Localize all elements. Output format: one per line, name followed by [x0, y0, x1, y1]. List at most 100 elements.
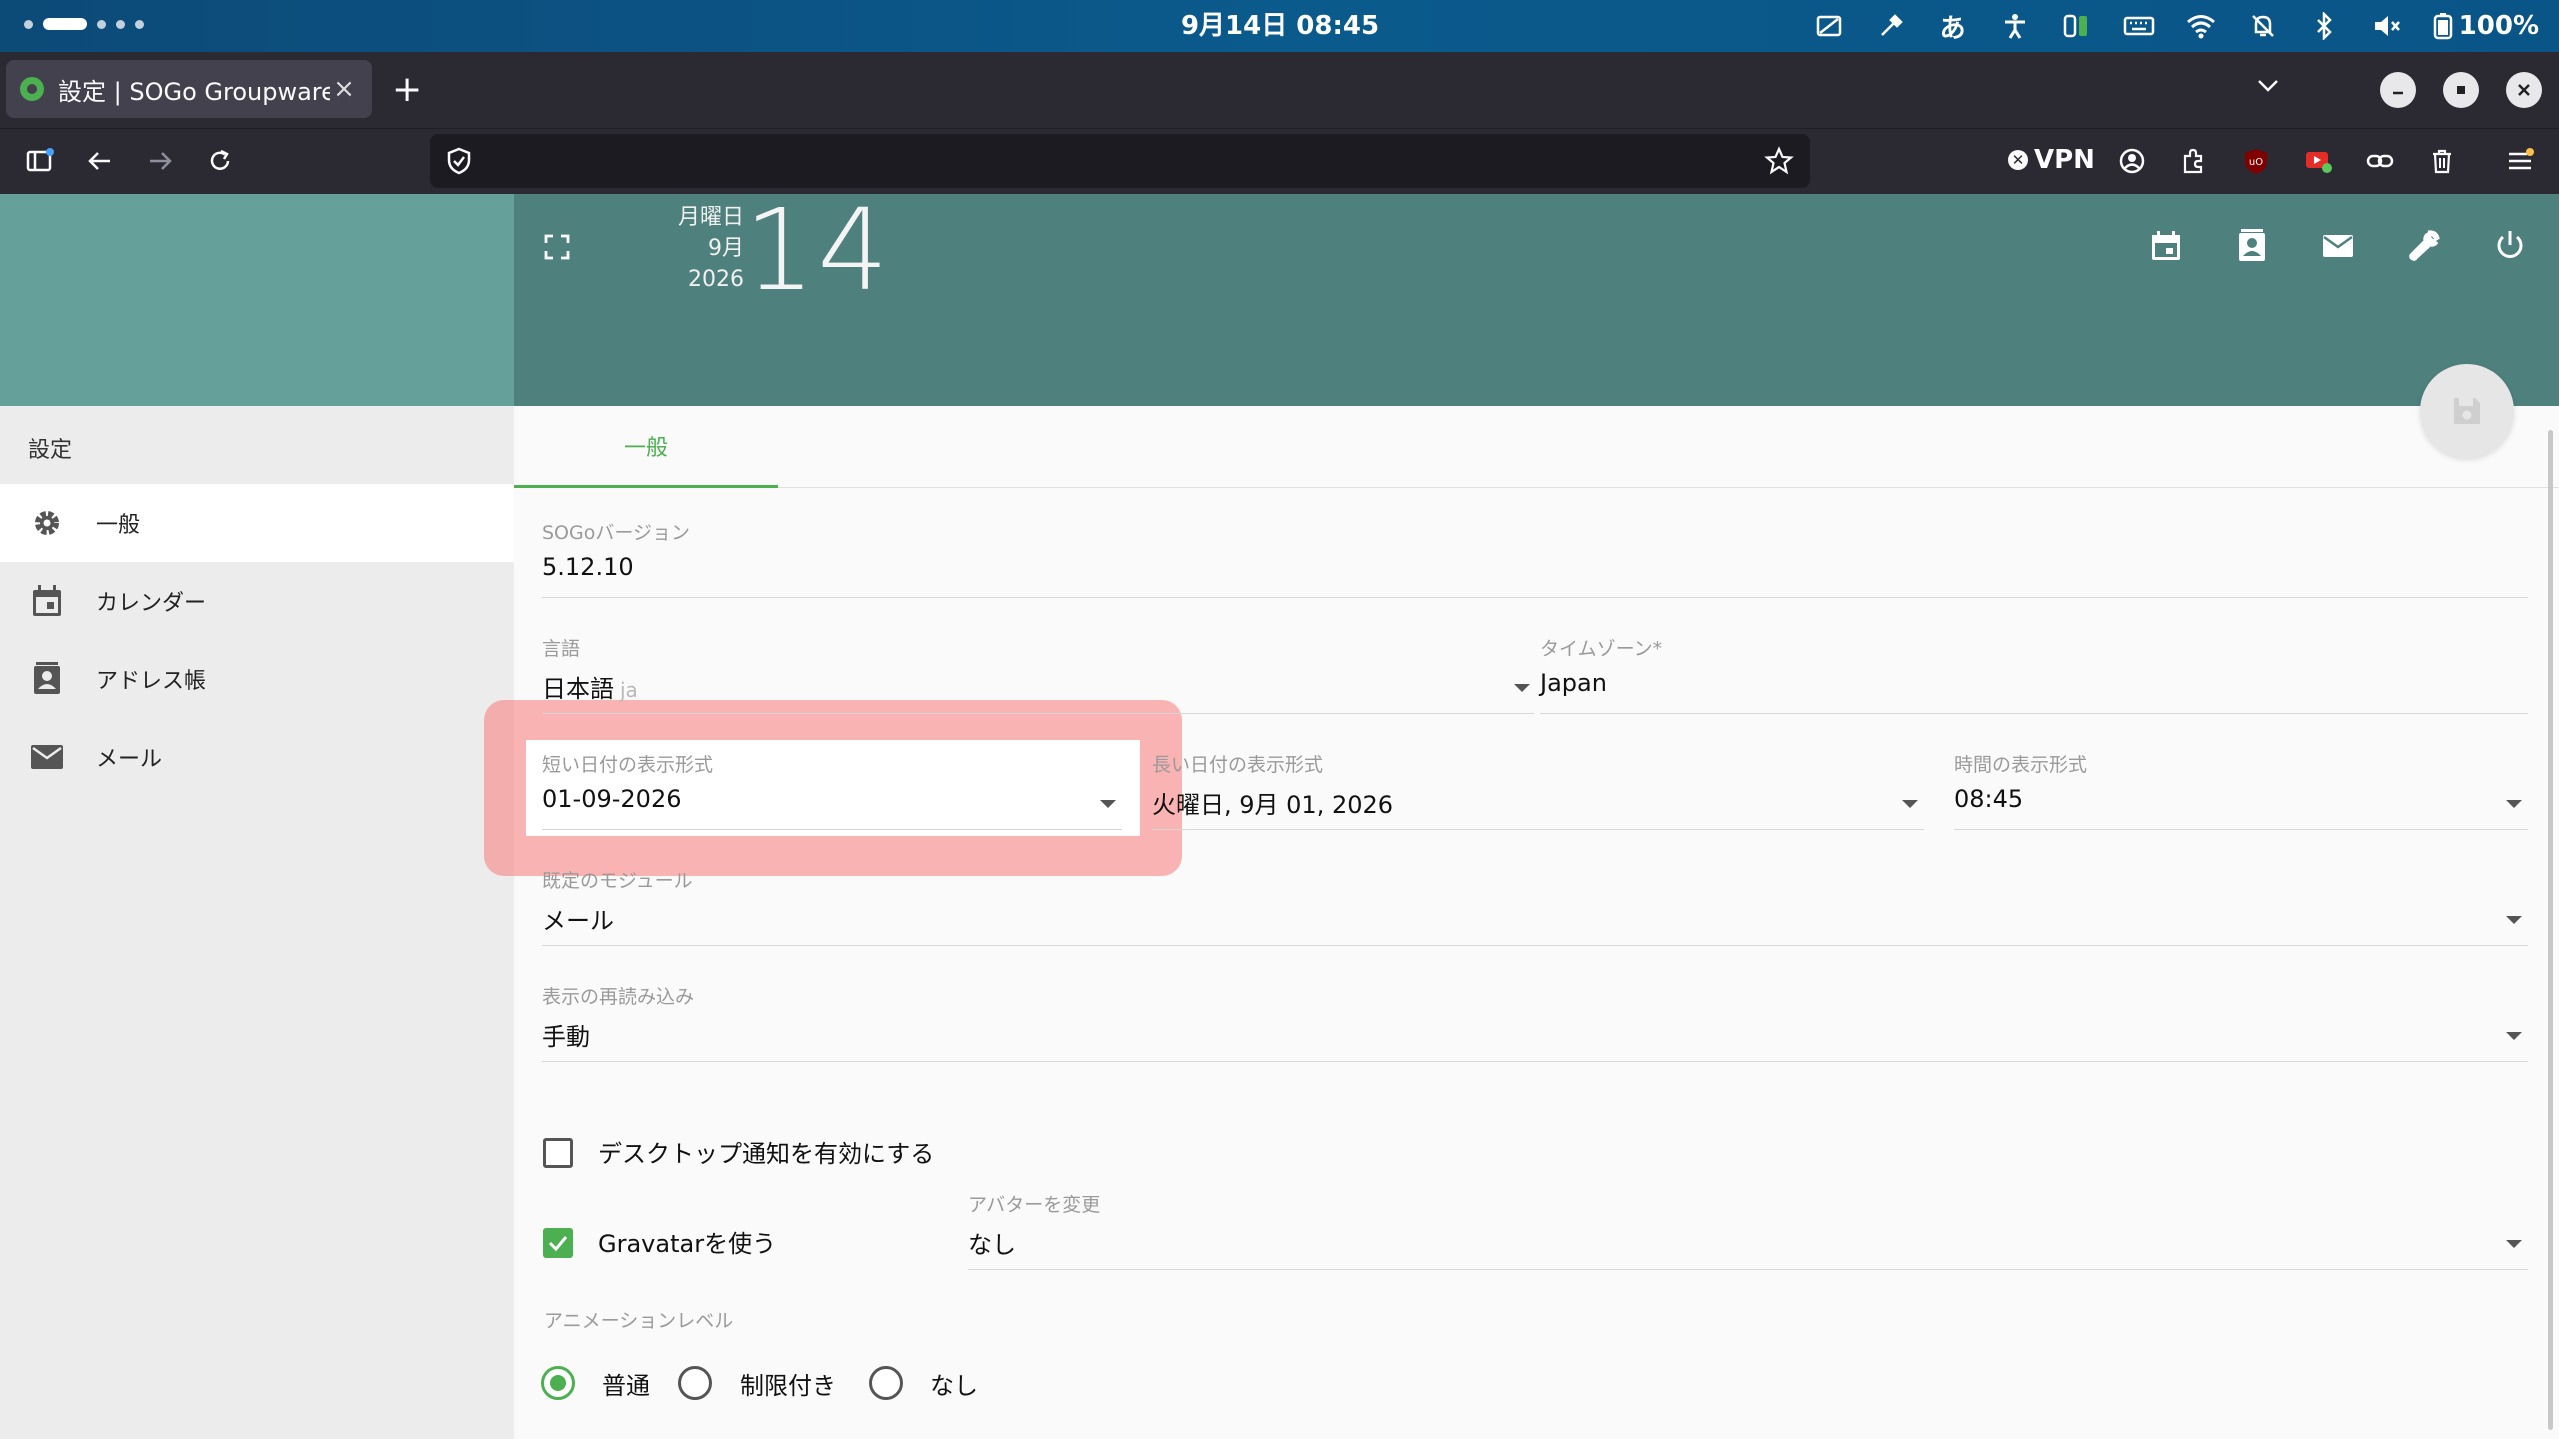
account-icon[interactable]: [2114, 143, 2150, 179]
forward-arrow-icon[interactable]: [142, 143, 178, 179]
language-dropdown-icon: [1514, 684, 1530, 692]
bookmark-star-icon[interactable]: [1764, 146, 1794, 176]
gravatar-label[interactable]: Gravatarを使う: [598, 1224, 776, 1259]
avatar-label: アバターを変更: [968, 1194, 1101, 1216]
bluetooth-icon[interactable]: [2309, 10, 2341, 42]
default-module-select[interactable]: 既定のモジュール メール: [542, 866, 2528, 946]
avatar-value: なし: [968, 1231, 1016, 1259]
animation-radio-limited[interactable]: [678, 1366, 712, 1400]
short-date-format-label: 短い日付の表示形式: [542, 754, 714, 776]
animation-radio-none[interactable]: [869, 1366, 903, 1400]
timezone-input[interactable]: タイムゾーン* Japan: [1540, 634, 2528, 714]
desktop-notify-checkbox[interactable]: [543, 1138, 573, 1168]
browser-tab-active[interactable]: 設定 | SOGo Groupware ×: [6, 60, 372, 118]
logout-power-icon[interactable]: [2488, 224, 2532, 268]
sidebar-title: 設定: [28, 438, 73, 463]
wifi-icon[interactable]: [2185, 10, 2217, 42]
refresh-view-select[interactable]: 表示の再読み込み 手動: [542, 982, 2528, 1062]
trash-icon[interactable]: [2424, 143, 2460, 179]
accessibility-icon[interactable]: [1999, 10, 2031, 42]
os-tray: あ 100%: [1813, 8, 2539, 44]
app-header: 月曜日 9月 2026 14: [514, 186, 2559, 406]
short-date-format-value: 01-09-2026: [542, 785, 682, 813]
sidebar-item-label: カレンダー: [96, 591, 207, 616]
sogo-version-value: 5.12.10: [542, 553, 634, 581]
fullscreen-toggle-icon[interactable]: [542, 232, 572, 262]
save-button[interactable]: [2420, 364, 2514, 458]
checkmark-icon: [547, 1232, 569, 1254]
settings-tabbar: 一般: [514, 406, 2559, 488]
vpn-button[interactable]: ✕ VPN: [2008, 145, 2095, 175]
vpn-off-icon: ✕: [2008, 150, 2028, 170]
scrollbar[interactable]: [2548, 430, 2553, 1430]
battery-percent: 100%: [2458, 11, 2539, 41]
gravatar-checkbox[interactable]: [543, 1228, 573, 1258]
animation-option-limited[interactable]: 制限付き: [740, 1366, 836, 1401]
calendar-icon: [28, 582, 66, 620]
app-menu-icon[interactable]: [2502, 143, 2538, 179]
vpn-label: VPN: [2034, 145, 2095, 175]
minimize-window-button[interactable]: [2380, 72, 2416, 108]
animation-option-none[interactable]: なし: [930, 1366, 978, 1401]
mail-app-icon[interactable]: [2316, 224, 2360, 268]
os-clock[interactable]: 9月14日 08:45: [1180, 10, 1380, 42]
save-disk-icon: [2450, 394, 2484, 428]
contacts-app-icon[interactable]: [2230, 224, 2274, 268]
header-day-number: 14: [744, 186, 891, 316]
calendar-app-icon[interactable]: [2144, 224, 2188, 268]
extensions-puzzle-icon[interactable]: [2176, 143, 2212, 179]
ime-indicator[interactable]: あ: [1937, 10, 1969, 44]
volume-mute-icon[interactable]: [2371, 10, 2403, 42]
sidebar-item-addressbook[interactable]: アドレス帳: [0, 640, 514, 718]
timezone-label: タイムゾーン*: [1540, 638, 1663, 660]
video-downloader-icon[interactable]: [2300, 143, 2336, 179]
color-picker-icon[interactable]: [1875, 10, 1907, 42]
avatar-dropdown-icon: [2506, 1240, 2522, 1248]
preferences-wrench-icon[interactable]: [2402, 224, 2446, 268]
short-date-format-select[interactable]: 短い日付の表示形式 01-09-2026: [542, 750, 1122, 830]
os-status-bar: 9月14日 08:45 あ 100%: [0, 0, 2559, 52]
back-arrow-icon[interactable]: [82, 143, 118, 179]
maximize-window-button[interactable]: [2443, 72, 2479, 108]
sogo-version-field: SOGoバージョン 5.12.10: [542, 518, 2528, 598]
sidebar-toggle-icon[interactable]: [22, 143, 58, 179]
refresh-view-dropdown-icon: [2506, 1032, 2522, 1040]
timezone-value: Japan: [1540, 669, 1607, 697]
new-tab-button[interactable]: +: [392, 70, 422, 110]
battery-icon: [2433, 12, 2453, 40]
close-window-button[interactable]: [2506, 72, 2542, 108]
tracking-shield-icon[interactable]: [444, 146, 474, 176]
sidebar-item-general[interactable]: 一般: [0, 484, 514, 562]
long-date-format-value: 火曜日, 9月 01, 2026: [1152, 791, 1394, 819]
workspace-indicator[interactable]: [24, 18, 144, 30]
link-icon[interactable]: [2362, 143, 2398, 179]
sogo-favicon-icon: [20, 77, 44, 101]
language-select[interactable]: 言語 日本語 ja: [542, 634, 1534, 714]
language-label: 言語: [542, 638, 581, 660]
url-bar[interactable]: [430, 134, 1810, 188]
notifications-off-icon[interactable]: [2247, 10, 2279, 42]
reload-icon[interactable]: [202, 143, 238, 179]
list-tabs-chevron-icon[interactable]: [2254, 72, 2282, 100]
language-code: ja: [620, 678, 638, 702]
keyboard-icon[interactable]: [2123, 10, 2155, 42]
animation-level-label: アニメーションレベル: [544, 1310, 734, 1332]
sidebar-item-calendar[interactable]: カレンダー: [0, 562, 514, 640]
animation-option-normal[interactable]: 普通: [602, 1366, 650, 1401]
tab-close-icon[interactable]: ×: [330, 74, 358, 104]
app-indicator-icon[interactable]: [2061, 10, 2093, 42]
tab-general[interactable]: 一般: [514, 406, 778, 488]
battery-indicator[interactable]: 100%: [2433, 11, 2539, 41]
screen-cast-icon[interactable]: [1813, 10, 1845, 42]
animation-radio-normal[interactable]: [541, 1366, 575, 1400]
long-date-format-select[interactable]: 長い日付の表示形式 火曜日, 9月 01, 2026: [1152, 750, 1924, 830]
sidebar-item-mail[interactable]: メール: [0, 718, 514, 796]
ublock-origin-icon[interactable]: uO: [2238, 143, 2274, 179]
sidebar: 設定 一般 カレンダー アドレス帳 メール: [0, 406, 514, 1439]
time-format-select[interactable]: 時間の表示形式 08:45: [1954, 750, 2528, 830]
refresh-view-label: 表示の再読み込み: [542, 986, 695, 1008]
desktop-notify-label[interactable]: デスクトップ通知を有効にする: [598, 1134, 934, 1169]
avatar-select[interactable]: アバターを変更 なし: [968, 1190, 2528, 1270]
language-name: 日本語: [542, 675, 614, 703]
default-module-value: メール: [542, 907, 614, 935]
